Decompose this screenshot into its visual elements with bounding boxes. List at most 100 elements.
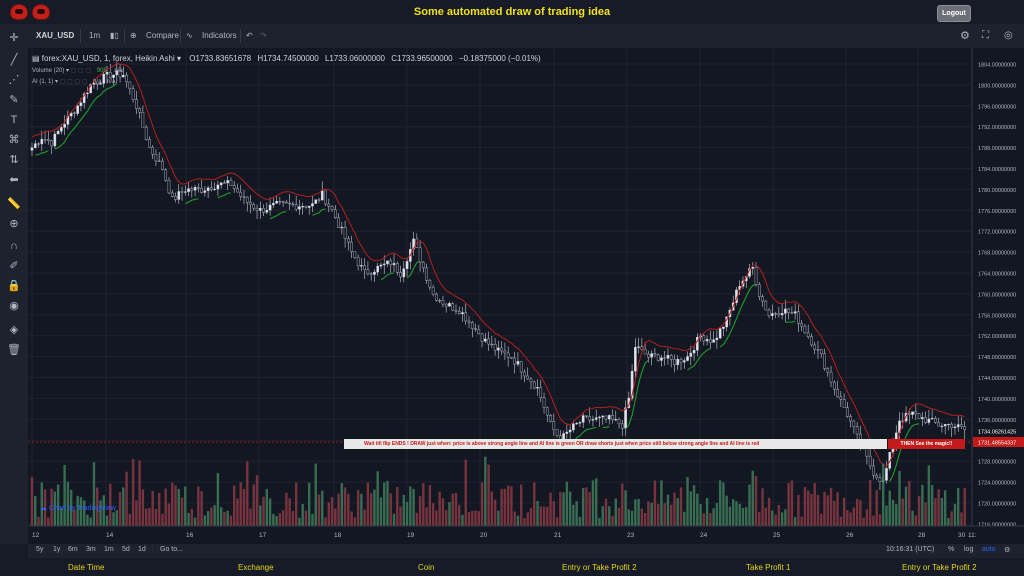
candle-body <box>497 347 500 351</box>
legend-buttons[interactable]: ▢ ▢ ▢ ▢ <box>60 79 88 85</box>
chevron-down-icon[interactable]: ▾ <box>177 54 181 63</box>
chart-area[interactable]: 1804.00000000 1800.00000000 1796.00000000 1… <box>28 48 1024 544</box>
volume-bar <box>396 486 399 526</box>
indicators-icon[interactable]: ∿ <box>186 24 193 48</box>
candle-body <box>245 196 249 203</box>
volume-bar <box>963 488 966 526</box>
collapse-icon[interactable]: ▤ <box>32 54 40 63</box>
candle-body <box>526 375 530 380</box>
percent-toggle[interactable]: % <box>948 546 954 553</box>
zoom-icon[interactable]: ⊕ <box>5 216 23 232</box>
settings-icon[interactable]: ⚙ <box>1004 546 1010 554</box>
volume-bar <box>513 511 516 526</box>
volume-bar <box>259 505 262 526</box>
candle-body <box>278 201 282 203</box>
volume-bar <box>859 500 862 526</box>
log-toggle[interactable]: log <box>964 546 973 553</box>
range-5y[interactable]: 5y <box>36 546 43 553</box>
candle-body <box>594 417 598 420</box>
tradingview-watermark[interactable]: ☁ Chart by TradingView <box>40 504 116 512</box>
interval-selector[interactable]: 1m <box>89 24 100 48</box>
pattern-icon[interactable]: ⌘ <box>5 132 23 148</box>
chart-type-icon[interactable]: ▮▯ <box>110 24 119 48</box>
forecast-icon[interactable]: ⇅ <box>5 152 23 168</box>
candle-body <box>379 264 383 267</box>
redo-icon[interactable]: ↷ <box>260 24 267 48</box>
brush-icon[interactable]: ✎ <box>5 92 23 108</box>
camera-icon[interactable]: ◎ <box>1004 24 1013 48</box>
candle-body <box>487 338 490 345</box>
volume-bar <box>839 516 843 526</box>
lock-icon[interactable]: 🔒 <box>5 278 23 294</box>
symbol-selector[interactable]: XAU_USD <box>36 24 74 48</box>
settings-icon[interactable]: ⚙ <box>960 24 970 48</box>
compare-button[interactable]: Compare <box>146 24 179 48</box>
footer-entry-tp2: Entry or Take Profit 2 <box>562 563 637 572</box>
volume-bar <box>663 503 666 526</box>
trash-icon[interactable]: 🗑 <box>5 342 23 358</box>
candle-body <box>787 308 790 313</box>
undo-icon[interactable]: ↶ <box>246 24 253 48</box>
volume-bar <box>324 517 327 526</box>
candle-body <box>953 426 957 429</box>
volume-bar <box>797 495 800 526</box>
volume-bar <box>164 488 167 526</box>
candle-body <box>37 143 40 145</box>
candle-body <box>200 187 203 193</box>
magnet-icon[interactable]: ∩ <box>5 238 23 254</box>
legend-buttons[interactable]: ▢ ▢ ▢ <box>71 68 91 74</box>
fib-tool-icon[interactable]: ⋰ <box>5 72 23 88</box>
candle-body <box>797 311 800 324</box>
volume-bar <box>63 464 66 526</box>
range-1y[interactable]: 1y <box>53 546 60 553</box>
candle-body <box>940 425 944 428</box>
crosshair-icon[interactable]: ✛ <box>5 30 23 46</box>
time-tick-label: 23 <box>627 532 635 539</box>
text-tool-icon[interactable]: T <box>5 112 23 128</box>
volume-bar <box>288 498 291 526</box>
volume-bar <box>898 471 901 526</box>
volume-bar <box>497 510 500 526</box>
candle-body <box>242 196 246 198</box>
time-tick-label: 28 <box>918 532 926 539</box>
clock-time[interactable]: 10:16:31 (UTC) <box>886 546 934 553</box>
range-5d[interactable]: 5d <box>122 546 130 553</box>
volume-bar <box>647 501 650 526</box>
chevron-down-icon[interactable]: ▾ <box>66 68 69 74</box>
legend-volume[interactable]: Volume (20) ▾ ▢ ▢ ▢ 905 n/a <box>32 67 123 74</box>
candle-body <box>50 140 53 147</box>
eye-icon[interactable]: ◉ <box>5 298 23 314</box>
stay-drawing-icon[interactable]: ✐ <box>5 258 23 274</box>
range-1m[interactable]: 1m <box>104 546 114 553</box>
volume-bar <box>908 481 911 526</box>
legend-instrument[interactable]: ▤ forex:XAU_USD, 1, forex, Heikin Ashi ▾… <box>32 54 541 63</box>
legend-ai[interactable]: AI (1, 1) ▾ ▢ ▢ ▢ ▢ n/a n/a <box>32 78 115 85</box>
range-6m[interactable]: 6m <box>68 546 78 553</box>
volume-bar <box>578 516 582 526</box>
volume-bar <box>758 512 761 526</box>
candle-body <box>823 353 826 369</box>
volume-bar <box>73 509 76 526</box>
fullscreen-icon[interactable]: ⛶ <box>982 24 989 48</box>
volume-bar <box>154 508 158 526</box>
price-chart[interactable]: 1804.00000000 1800.00000000 1796.00000000 1… <box>28 48 1024 544</box>
range-1d[interactable]: 1d <box>138 546 146 553</box>
volume-bar <box>552 501 556 526</box>
candle-body <box>761 296 764 302</box>
layers-icon[interactable]: ◈ <box>5 322 23 338</box>
trend-line-icon[interactable]: ╱ <box>5 52 23 68</box>
candle-body <box>190 188 194 191</box>
chevron-down-icon[interactable]: ▾ <box>55 79 58 85</box>
auto-toggle[interactable]: auto <box>982 546 996 553</box>
compare-icon[interactable]: ⊕ <box>130 24 137 48</box>
back-arrow-icon[interactable]: ⬅ <box>5 172 23 188</box>
goto-button[interactable]: Go to... <box>160 546 183 553</box>
indicators-button[interactable]: Indicators <box>202 24 237 48</box>
logout-button[interactable]: Logout <box>937 5 971 22</box>
volume-bar <box>614 498 617 526</box>
candle-body <box>578 422 582 424</box>
ruler-icon[interactable]: 📏 <box>5 196 23 212</box>
candle-body <box>56 131 60 135</box>
range-3m[interactable]: 3m <box>86 546 96 553</box>
volume-bar <box>92 462 96 526</box>
